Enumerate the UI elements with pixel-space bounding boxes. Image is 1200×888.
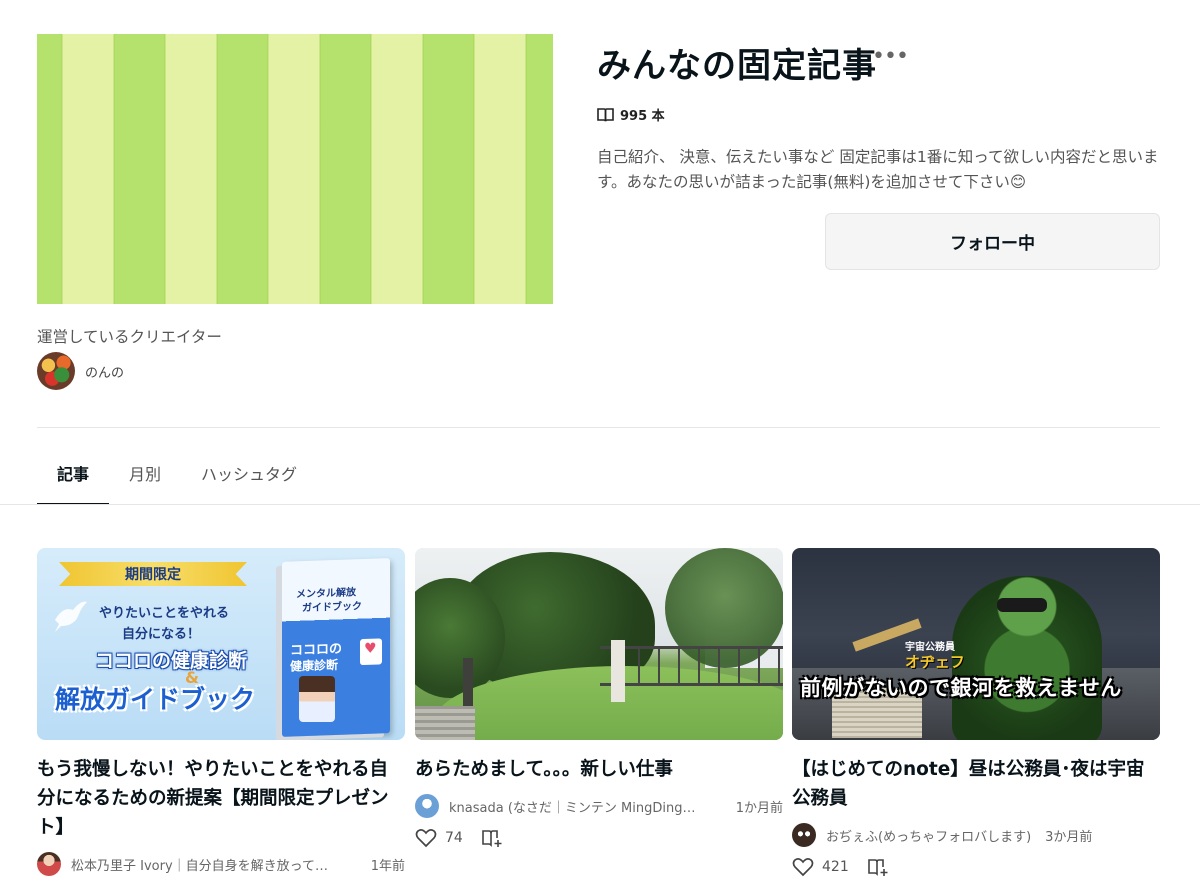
thumbnail-text: 自分になる！ xyxy=(122,627,201,642)
creator-avatar[interactable] xyxy=(37,352,75,390)
thumbnail-headline: 前例がないので銀河を救えません xyxy=(800,676,1122,700)
author-avatar[interactable] xyxy=(415,794,439,818)
magazine-cover-image xyxy=(37,34,553,304)
thumbnail-text: ココロの健康診断 xyxy=(95,650,248,672)
thumbnail-text: やりたいことをやれる xyxy=(99,606,230,621)
heart-icon[interactable] xyxy=(792,857,814,877)
photo-fence xyxy=(600,646,783,686)
article-count-label: 995 本 xyxy=(620,109,665,124)
photo-stairs xyxy=(415,706,475,740)
tab-articles[interactable]: 記事 xyxy=(37,440,110,505)
author-name[interactable]: おぢぇふ(めっちゃフォロバします) xyxy=(826,826,1031,845)
magazine-description: 自己紹介、 決意、伝えたい事など 固定記事は1番に知って欲しい内容だと思います。… xyxy=(597,148,1159,191)
published-time: 1年前 xyxy=(370,858,405,874)
book-text: ガイドブック xyxy=(302,601,362,615)
heart-icon[interactable] xyxy=(415,828,437,848)
photo-statue xyxy=(463,658,473,708)
article-thumbnail[interactable]: 期間限定 やりたいことをやれる 自分になる！ ココロの健康診断 & 解放ガイドブ… xyxy=(37,548,405,740)
follow-button[interactable]: フォロー中 xyxy=(825,213,1160,270)
magazine-title: みんなの固定記事 xyxy=(597,46,877,86)
heart-icon xyxy=(360,638,382,666)
like-count: 421 xyxy=(822,859,849,875)
published-time: 1か月前 xyxy=(735,800,783,816)
add-to-magazine-icon[interactable] xyxy=(481,828,503,848)
article-title[interactable]: もう我慢しない！やりたいことをやれる自分になるための新提案【期間限定プレゼント】 xyxy=(37,755,405,842)
article-stats: 74 xyxy=(415,828,783,848)
article-stats: 421 xyxy=(792,857,1160,877)
article-card[interactable]: 期間限定 やりたいことをやれる 自分になる！ ココロの健康診断 & 解放ガイドブ… xyxy=(37,548,405,876)
author-avatar[interactable] xyxy=(37,852,61,876)
author-photo xyxy=(299,676,335,722)
thumbnail-text: 解放ガイドブック xyxy=(55,685,256,714)
article-card[interactable]: あらためまして。。。新しい仕事 knasada (なさだ｜ミンテン MingDi… xyxy=(415,548,783,848)
creators-heading: 運営しているクリエイター xyxy=(37,328,222,346)
creator-link[interactable]: のんの xyxy=(37,352,124,390)
like-count: 74 xyxy=(445,830,463,846)
photo-post xyxy=(611,640,625,702)
article-meta: 松本乃里子 Ivory｜自分自身を解き放って… 1年前 xyxy=(37,852,405,876)
dove-icon xyxy=(55,601,87,632)
article-card[interactable]: 宇宙公務員 オヂェフ 前例がないので銀河を救えません 【はじめてのnote】昼は… xyxy=(792,548,1160,877)
author-name[interactable]: knasada (なさだ｜ミンテン MingDing… xyxy=(449,797,695,816)
more-options-icon[interactable]: ••• xyxy=(872,44,909,69)
add-to-magazine-icon[interactable] xyxy=(867,857,889,877)
book-text: 健康診断 xyxy=(290,657,339,674)
article-meta: おぢぇふ(めっちゃフォロバします) 3か月前 xyxy=(792,823,1160,847)
tab-bar: 記事 月別 ハッシュタグ xyxy=(37,440,317,505)
divider xyxy=(37,427,1160,428)
published-time: 3か月前 xyxy=(1045,829,1093,845)
tab-monthly[interactable]: 月別 xyxy=(109,440,181,505)
author-avatar[interactable] xyxy=(792,823,816,847)
article-count: 995 本 xyxy=(597,105,665,124)
article-thumbnail[interactable] xyxy=(415,548,783,740)
thumbnail-banner: 期間限定 xyxy=(59,562,247,586)
creator-name[interactable]: のんの xyxy=(85,362,124,381)
tab-hashtags[interactable]: ハッシュタグ xyxy=(181,440,317,505)
thumbnail-visor xyxy=(997,598,1047,612)
article-thumbnail[interactable]: 宇宙公務員 オヂェフ 前例がないので銀河を救えません xyxy=(792,548,1160,740)
article-meta: knasada (なさだ｜ミンテン MingDing… 1か月前 xyxy=(415,794,783,818)
book-icon xyxy=(597,108,614,122)
article-title[interactable]: 【はじめてのnote】昼は公務員･夜は宇宙公務員 xyxy=(792,755,1160,813)
thumbnail-text: オヂェフ xyxy=(905,653,965,671)
divider xyxy=(0,504,1200,505)
article-title[interactable]: あらためまして。。。新しい仕事 xyxy=(415,755,783,784)
author-name[interactable]: 松本乃里子 Ivory｜自分自身を解き放って… xyxy=(71,855,328,874)
